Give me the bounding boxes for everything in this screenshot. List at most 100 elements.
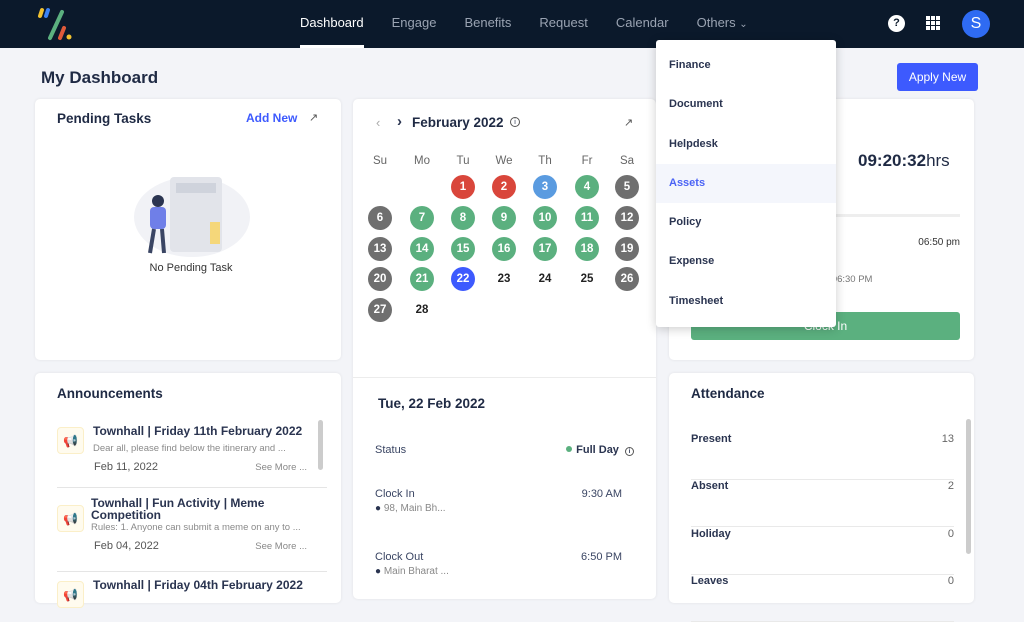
calendar-day[interactable]: 23: [492, 267, 516, 291]
attendance-value: 0: [947, 528, 954, 540]
megaphone-icon: 📢: [57, 581, 84, 608]
divider: [353, 377, 656, 378]
calendar-day[interactable]: 12: [615, 205, 639, 230]
see-more-link[interactable]: See More ...: [255, 541, 307, 552]
menu-item-policy[interactable]: Policy: [656, 203, 836, 242]
clock-in-location: 98, Main Bh...: [383, 503, 446, 514]
prev-month-icon[interactable]: ‹: [376, 115, 380, 130]
location-pin-icon: ●: [375, 503, 382, 514]
calendar-day[interactable]: 27: [368, 298, 392, 323]
calendar-month: February 2022: [412, 115, 504, 130]
weekday-fr: Fr: [581, 155, 593, 167]
status-label: Status: [375, 444, 407, 456]
attendance-value: 2: [947, 480, 954, 492]
expand-icon[interactable]: ↗: [624, 116, 633, 129]
nav-others-label: Others: [696, 15, 736, 30]
announcements-title: Announcements: [57, 386, 163, 401]
calendar-day[interactable]: 15: [451, 236, 475, 261]
add-new-link[interactable]: Add New: [246, 111, 297, 125]
menu-item-timesheet[interactable]: Timesheet: [656, 282, 836, 321]
calendar-day[interactable]: 19: [615, 236, 639, 261]
attendance-row-leaves: 0 Leaves: [691, 575, 954, 622]
calendar-day[interactable]: 1: [451, 175, 475, 199]
info-icon[interactable]: i: [625, 447, 634, 456]
menu-item-assets[interactable]: Assets: [656, 163, 836, 204]
weekday-su: Su: [372, 155, 388, 167]
calendar-day[interactable]: 28: [410, 298, 434, 322]
announcements-card: Announcements 📢 Townhall | Friday 11th F…: [35, 373, 341, 608]
calendar-day[interactable]: 2: [492, 175, 516, 199]
calendar-day[interactable]: 22: [451, 267, 475, 292]
calendar-day[interactable]: 9: [492, 205, 516, 230]
attendance-value: 0: [947, 575, 954, 587]
status-row: Status Full Day i: [375, 444, 634, 456]
calendar-card: ‹ › February 2022 i ↗ Su Mo Tu We Th Fr Sa 1 2 3 4…: [353, 99, 656, 599]
megaphone-icon: 📢: [57, 505, 84, 532]
calendar-day[interactable]: 21: [410, 267, 434, 292]
divider: [57, 487, 327, 488]
announcement-item[interactable]: 📢 Townhall | Friday 04th February 2022: [57, 579, 325, 608]
attendance-row-holiday: 0 Holiday: [691, 528, 954, 575]
avatar[interactable]: S: [962, 10, 990, 38]
apps-grid-icon[interactable]: [926, 16, 940, 30]
calendar-day[interactable]: 11: [575, 205, 599, 230]
next-month-icon[interactable]: ›: [397, 113, 402, 130]
calendar-day[interactable]: 4: [575, 175, 599, 199]
logo[interactable]: [36, 6, 76, 42]
clock-out-label: Clock Out: [375, 551, 424, 563]
empty-illustration: [134, 177, 250, 257]
nav-engage[interactable]: Engage: [392, 0, 437, 48]
announcement-item[interactable]: 📢 Townhall | Friday 11th February 2022 D…: [57, 425, 325, 487]
expand-icon[interactable]: ↗: [309, 111, 318, 124]
calendar-day[interactable]: 16: [492, 236, 516, 261]
megaphone-icon: 📢: [57, 427, 84, 454]
end-time: 06:50 pm: [918, 237, 960, 248]
nav-dashboard[interactable]: Dashboard: [300, 0, 364, 48]
weekday-we: We: [495, 155, 513, 167]
scrollbar[interactable]: [966, 419, 971, 554]
nav-benefits[interactable]: Benefits: [464, 0, 511, 48]
calendar-day[interactable]: 10: [533, 205, 557, 230]
others-dropdown-menu: Finance Document Helpdesk Assets Policy …: [656, 40, 836, 327]
clock-out-time: 6:50 PM: [581, 551, 622, 563]
page-title: My Dashboard: [41, 68, 159, 87]
calendar-day[interactable]: 5: [615, 175, 639, 199]
pending-tasks-title: Pending Tasks: [57, 111, 152, 126]
apply-new-button[interactable]: Apply New: [897, 63, 978, 91]
weekday-tu: Tu: [456, 155, 470, 167]
pending-tasks-card: Pending Tasks Add New ↗ No Pending Task: [35, 99, 341, 360]
nav-request[interactable]: Request: [539, 0, 587, 48]
calendar-day[interactable]: 6: [368, 205, 392, 230]
calendar-day[interactable]: 7: [410, 205, 434, 230]
see-more-link[interactable]: See More ...: [255, 462, 307, 473]
calendar-day[interactable]: 20: [368, 267, 392, 292]
clock-out-row: Clock Out 6:50 PM ● Main Bharat ...: [375, 551, 622, 577]
calendar-day[interactable]: 18: [575, 236, 599, 261]
weekday-sa: Sa: [619, 155, 635, 167]
help-icon[interactable]: ?: [888, 15, 905, 32]
calendar-day[interactable]: 17: [533, 236, 557, 261]
divider: [57, 571, 327, 572]
calendar-day[interactable]: 25: [575, 267, 599, 291]
calendar-day[interactable]: 3: [533, 175, 557, 199]
info-icon[interactable]: i: [510, 117, 520, 127]
chevron-down-icon: ⌄: [739, 19, 748, 30]
attendance-label: Leaves: [691, 575, 729, 587]
empty-state-text: No Pending Task: [149, 262, 233, 274]
clock-in-time: 9:30 AM: [581, 488, 622, 500]
calendar-day[interactable]: 13: [368, 236, 392, 261]
calendar-day[interactable]: 14: [410, 236, 434, 261]
calendar-day[interactable]: 8: [451, 205, 475, 230]
timer-unit: hrs: [926, 151, 950, 170]
scrollbar[interactable]: [318, 420, 323, 470]
announcement-item[interactable]: 📢 Townhall | Fun Activity | Meme Competi…: [57, 497, 325, 559]
menu-item-finance[interactable]: Finance: [656, 46, 836, 85]
menu-item-expense[interactable]: Expense: [656, 242, 836, 281]
announcement-title: Townhall | Friday 11th February 2022: [93, 424, 303, 438]
status-value: Full Day: [576, 444, 619, 456]
calendar-day[interactable]: 26: [615, 267, 639, 292]
calendar-day[interactable]: 24: [533, 267, 557, 291]
menu-item-document[interactable]: Document: [656, 85, 836, 124]
menu-item-helpdesk[interactable]: Helpdesk: [656, 125, 836, 164]
work-timer: 09:20:32hrs: [858, 151, 950, 171]
